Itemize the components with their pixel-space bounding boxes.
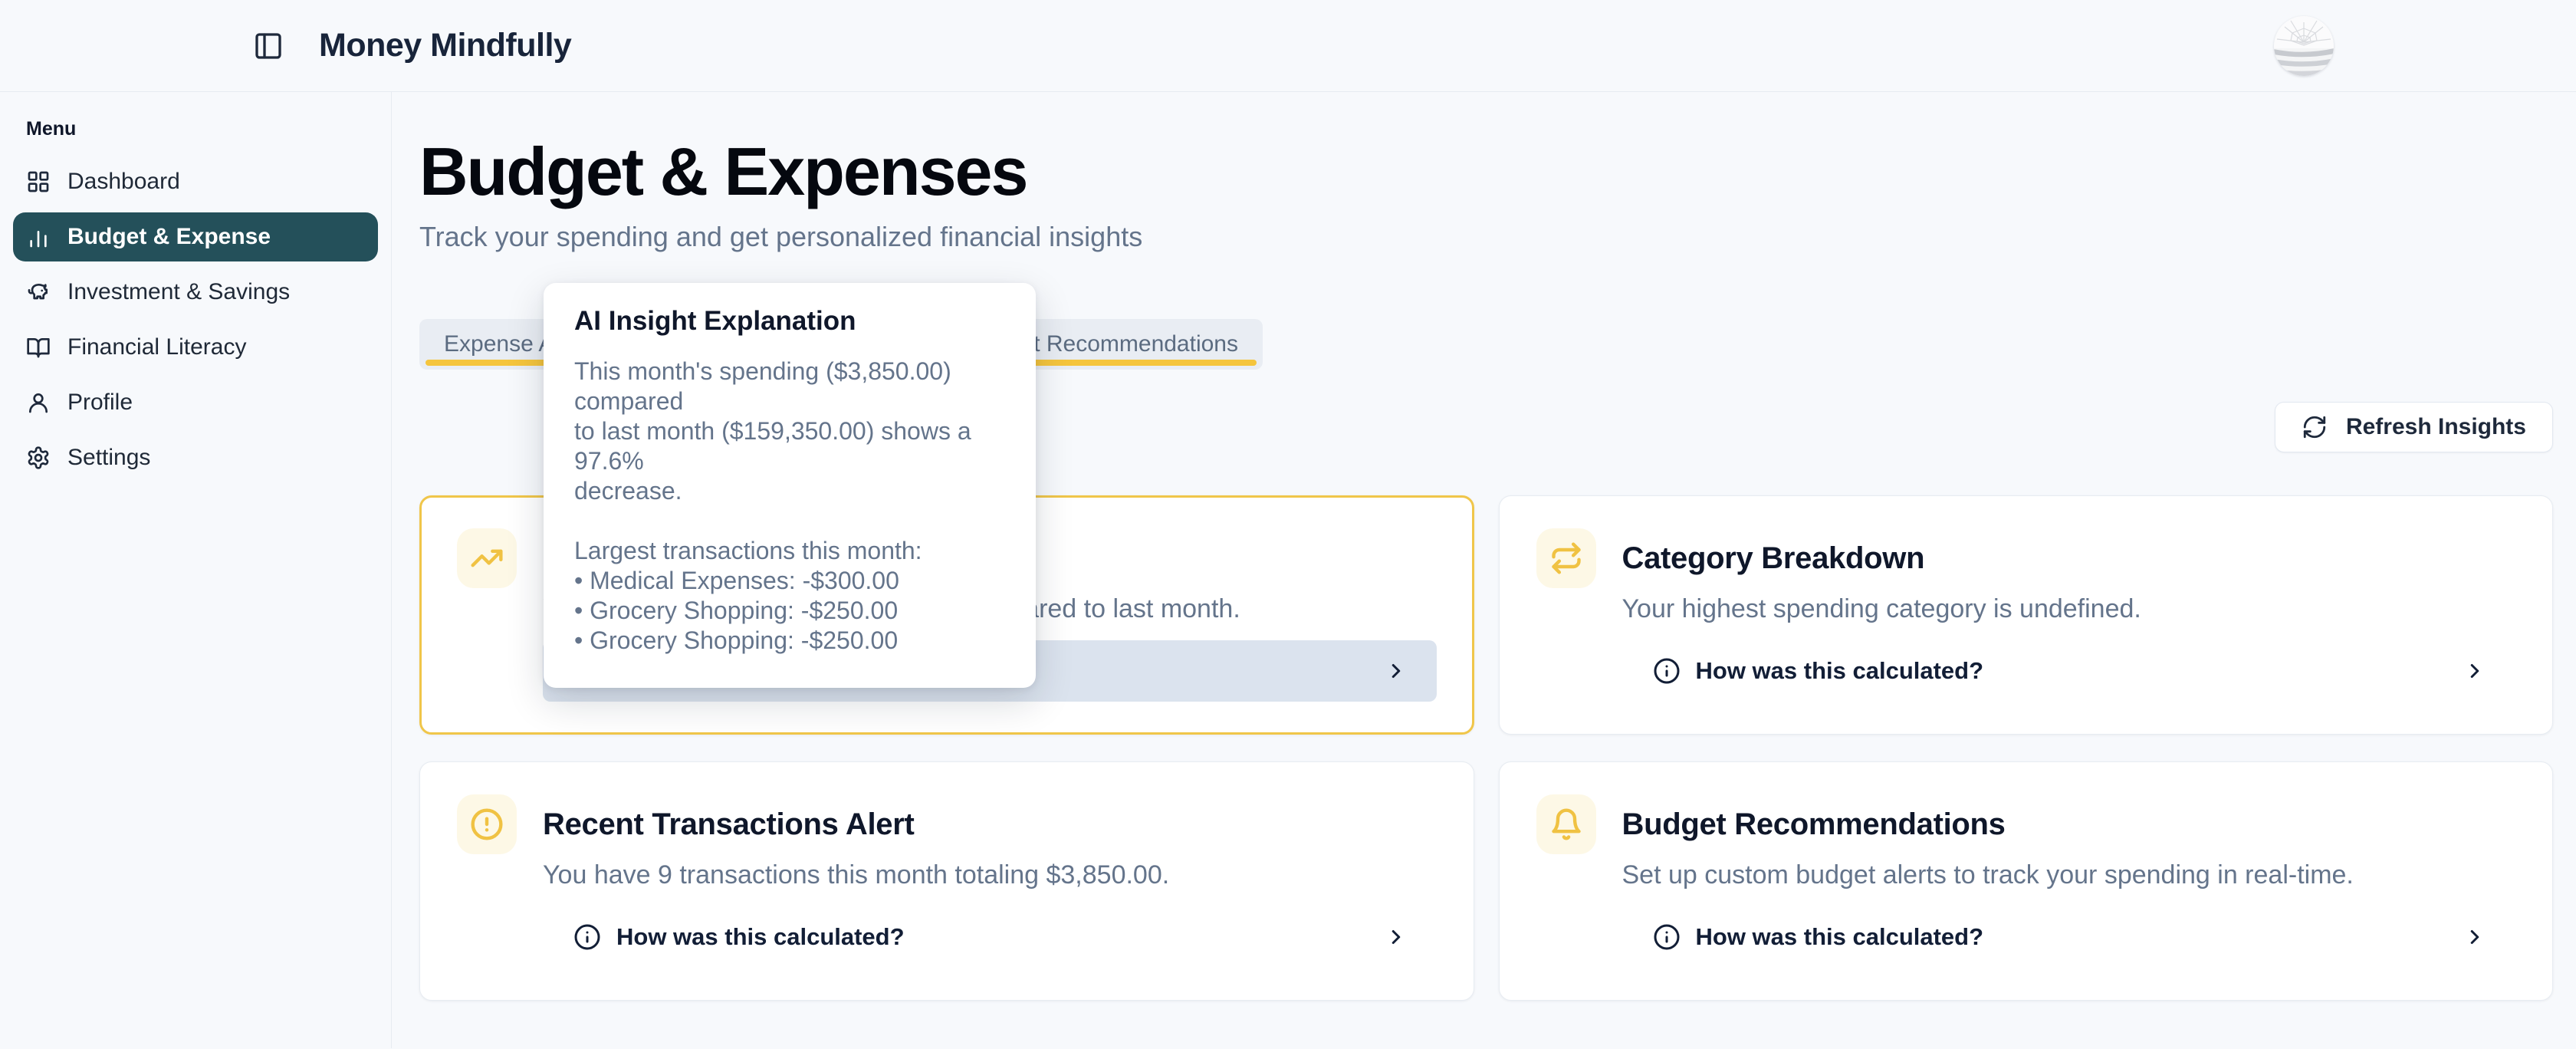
sidebar-item-dashboard[interactable]: Dashboard bbox=[13, 157, 378, 206]
refresh-insights-button[interactable]: Refresh Insights bbox=[2275, 402, 2553, 452]
card-description: You have 9 transactions this month total… bbox=[543, 860, 1437, 890]
page-title: Budget & Expenses bbox=[419, 135, 2553, 209]
card-description: Set up custom budget alerts to track you… bbox=[1622, 860, 2516, 890]
how-calculated-label: How was this calculated? bbox=[1696, 923, 1984, 951]
sidebar-item-label: Profile bbox=[67, 390, 133, 416]
bell-icon bbox=[1536, 794, 1596, 854]
how-calculated-label: How was this calculated? bbox=[1696, 657, 1984, 685]
page-subtitle: Track your spending and get personalized… bbox=[419, 221, 2553, 253]
main-content: Budget & Expenses Track your spending an… bbox=[392, 92, 2576, 1048]
sidebar-item-label: Settings bbox=[67, 445, 150, 471]
chevron-right-icon bbox=[2463, 659, 2486, 682]
sidebar-item-label: Dashboard bbox=[67, 169, 180, 195]
popover-transaction-item: • Medical Expenses: -$300.00 bbox=[574, 566, 1005, 596]
popover-title: AI Insight Explanation bbox=[574, 306, 1005, 337]
chevron-right-icon bbox=[1385, 659, 1408, 682]
how-calculated-label: How was this calculated? bbox=[616, 923, 905, 951]
menu-label: Menu bbox=[26, 118, 391, 140]
chevron-right-icon bbox=[2463, 926, 2486, 949]
popover-summary-line: to last month ($159,350.00) shows a 97.6… bbox=[574, 416, 1005, 476]
gear-icon bbox=[26, 446, 51, 470]
how-calculated-button[interactable]: How was this calculated? bbox=[1622, 906, 2516, 968]
insight-card-recent-transactions: Recent Transactions Alert You have 9 tra… bbox=[419, 761, 1474, 1001]
sidebar-item-profile[interactable]: Profile bbox=[13, 378, 378, 427]
how-calculated-button[interactable]: How was this calculated? bbox=[1622, 640, 2516, 702]
card-body: Category Breakdown Your highest spending… bbox=[1622, 528, 2516, 702]
info-icon bbox=[1653, 923, 1681, 951]
dashboard-grid-icon bbox=[26, 169, 51, 194]
trending-up-icon bbox=[457, 528, 517, 588]
sidebar-item-label: Budget & Expense bbox=[67, 224, 271, 250]
sidebar-item-settings[interactable]: Settings bbox=[13, 433, 378, 482]
sidebar-item-label: Financial Literacy bbox=[67, 334, 246, 360]
card-title: Recent Transactions Alert bbox=[543, 794, 1437, 854]
popover-transactions-heading: Largest transactions this month: bbox=[574, 536, 1005, 566]
info-icon bbox=[573, 923, 601, 951]
chevron-right-icon bbox=[1385, 926, 1408, 949]
user-icon bbox=[26, 390, 51, 415]
open-book-icon bbox=[26, 335, 51, 360]
sidebar-nav: Dashboard Budget & Expense Investme bbox=[0, 157, 391, 482]
sidebar: Menu Dashboard Budget & Expense bbox=[0, 92, 392, 1048]
refresh-insights-label: Refresh Insights bbox=[2346, 414, 2526, 440]
sidebar-item-budget-expense[interactable]: Budget & Expense bbox=[13, 212, 378, 261]
card-body: Budget Recommendations Set up custom bud… bbox=[1622, 794, 2516, 968]
panel-left-icon bbox=[253, 31, 284, 61]
insight-card-category-breakdown: Category Breakdown Your highest spending… bbox=[1499, 495, 2554, 735]
sidebar-item-investment-savings[interactable]: Investment & Savings bbox=[13, 268, 378, 317]
popover-summary-line: decrease. bbox=[574, 476, 1005, 506]
card-title: Category Breakdown bbox=[1622, 528, 2516, 588]
sidebar-item-label: Investment & Savings bbox=[67, 279, 290, 305]
card-body: Recent Transactions Alert You have 9 tra… bbox=[543, 794, 1437, 968]
popover-summary: This month's spending ($3,850.00) compar… bbox=[574, 357, 1005, 506]
popover-transactions: Largest transactions this month: • Medic… bbox=[574, 536, 1005, 656]
card-description: Your highest spending category is undefi… bbox=[1622, 594, 2516, 624]
sidebar-item-financial-literacy[interactable]: Financial Literacy bbox=[13, 323, 378, 372]
popover-transaction-item: • Grocery Shopping: -$250.00 bbox=[574, 596, 1005, 626]
ai-insight-popover: AI Insight Explanation This month's spen… bbox=[544, 283, 1036, 688]
piggy-bank-icon bbox=[26, 280, 51, 304]
how-calculated-button[interactable]: How was this calculated? bbox=[543, 906, 1437, 968]
repeat-icon bbox=[1536, 528, 1596, 588]
bar-chart-icon bbox=[26, 225, 51, 249]
alert-circle-icon bbox=[457, 794, 517, 854]
app-title: Money Mindfully bbox=[319, 27, 571, 64]
info-icon bbox=[1653, 657, 1681, 685]
sidebar-toggle-button[interactable] bbox=[248, 26, 288, 66]
popover-summary-line: This month's spending ($3,850.00) compar… bbox=[574, 357, 1005, 416]
app-header: Money Mindfully bbox=[0, 0, 2576, 92]
popover-transaction-item: • Grocery Shopping: -$250.00 bbox=[574, 626, 1005, 656]
insight-card-budget-recommendations: Budget Recommendations Set up custom bud… bbox=[1499, 761, 2554, 1001]
avatar[interactable] bbox=[2274, 16, 2334, 76]
card-title: Budget Recommendations bbox=[1622, 794, 2516, 854]
refresh-icon bbox=[2302, 414, 2328, 440]
